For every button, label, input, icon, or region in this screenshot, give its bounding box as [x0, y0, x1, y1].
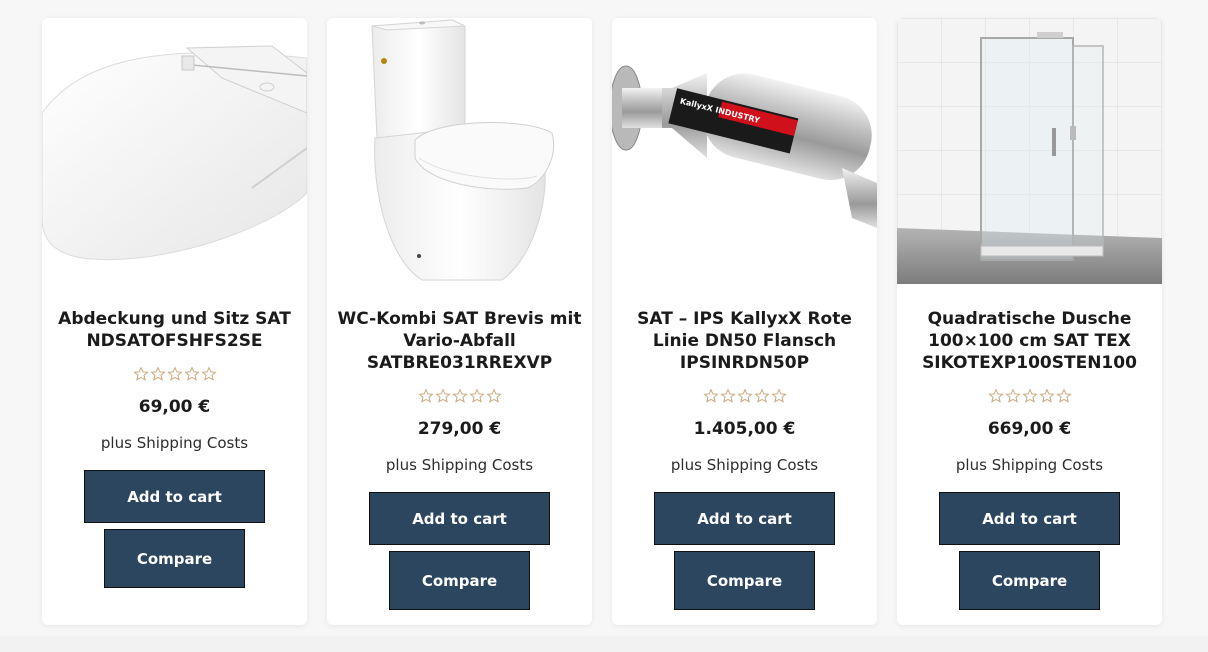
star-outline-icon	[166, 366, 183, 381]
product-title[interactable]: Quadratische Dusche 100×100 cm SAT TEX S…	[902, 308, 1157, 374]
product-card: Abdeckung und Sitz SAT NDSATOFSHFS2SE 69…	[42, 18, 307, 625]
water-treatment-pipe-image: KallyxX INDUSTRY	[612, 65, 877, 228]
shipping-note: plus Shipping Costs	[386, 455, 533, 475]
compare-button[interactable]: Compare	[674, 551, 815, 610]
add-to-cart-button[interactable]: Add to cart	[939, 492, 1120, 545]
add-to-cart-button[interactable]: Add to cart	[84, 470, 265, 523]
shipping-prefix: plus	[670, 456, 702, 474]
shower-enclosure-image	[897, 18, 1162, 284]
star-outline-icon	[468, 388, 485, 403]
shipping-costs-link[interactable]: Shipping Costs	[707, 456, 818, 474]
star-rating	[702, 388, 787, 404]
compare-button[interactable]: Compare	[959, 551, 1100, 610]
product-image[interactable]: KallyxX INDUSTRY	[612, 18, 877, 284]
product-price: 669,00 €	[987, 419, 1072, 439]
shipping-prefix: plus	[955, 456, 987, 474]
star-outline-icon	[1021, 388, 1038, 403]
star-outline-icon	[149, 366, 166, 381]
star-outline-icon	[1055, 388, 1072, 403]
product-price: 1.405,00 €	[693, 419, 796, 439]
product-price: 69,00 €	[138, 397, 211, 417]
shipping-note: plus Shipping Costs	[101, 433, 248, 453]
star-outline-icon	[719, 388, 736, 403]
shipping-costs-link[interactable]: Shipping Costs	[422, 456, 533, 474]
shipping-costs-link[interactable]: Shipping Costs	[137, 434, 248, 452]
product-image[interactable]	[897, 18, 1162, 284]
product-card: Quadratische Dusche 100×100 cm SAT TEX S…	[897, 18, 1162, 625]
add-to-cart-button[interactable]: Add to cart	[369, 492, 550, 545]
star-outline-icon	[485, 388, 502, 403]
product-title[interactable]: SAT – IPS KallyxX Rote Linie DN50 Flansc…	[617, 308, 872, 374]
star-rating	[987, 388, 1072, 404]
product-title[interactable]: Abdeckung und Sitz SAT NDSATOFSHFS2SE	[47, 308, 302, 352]
product-title[interactable]: WC-Kombi SAT Brevis mit Vario-Abfall SAT…	[332, 308, 587, 374]
star-outline-icon	[434, 388, 451, 403]
shipping-note: plus Shipping Costs	[671, 455, 818, 475]
star-outline-icon	[702, 388, 719, 403]
star-outline-icon	[1038, 388, 1055, 403]
shipping-costs-link[interactable]: Shipping Costs	[992, 456, 1103, 474]
star-outline-icon	[200, 366, 217, 381]
toilet-seat-image	[42, 45, 307, 261]
product-grid: Abdeckung und Sitz SAT NDSATOFSHFS2SE 69…	[42, 18, 1162, 625]
star-outline-icon	[987, 388, 1004, 403]
star-outline-icon	[753, 388, 770, 403]
shipping-note: plus Shipping Costs	[956, 455, 1103, 475]
star-outline-icon	[736, 388, 753, 403]
product-price: 279,00 €	[417, 419, 502, 439]
star-outline-icon	[1004, 388, 1021, 403]
star-outline-icon	[183, 366, 200, 381]
star-outline-icon	[451, 388, 468, 403]
page-footer-edge	[0, 636, 1208, 652]
compare-button[interactable]: Compare	[104, 529, 245, 588]
star-rating	[417, 388, 502, 404]
star-outline-icon	[417, 388, 434, 403]
product-image[interactable]	[42, 18, 307, 284]
product-image[interactable]	[327, 18, 592, 284]
shipping-prefix: plus	[100, 434, 132, 452]
toilet-image	[371, 19, 554, 281]
star-rating	[132, 366, 217, 382]
star-outline-icon	[132, 366, 149, 381]
product-card: KallyxX INDUSTRY SAT – IPS KallyxX Rote …	[612, 18, 877, 625]
product-card: WC-Kombi SAT Brevis mit Vario-Abfall SAT…	[327, 18, 592, 625]
shipping-prefix: plus	[385, 456, 417, 474]
add-to-cart-button[interactable]: Add to cart	[654, 492, 835, 545]
star-outline-icon	[770, 388, 787, 403]
compare-button[interactable]: Compare	[389, 551, 530, 610]
